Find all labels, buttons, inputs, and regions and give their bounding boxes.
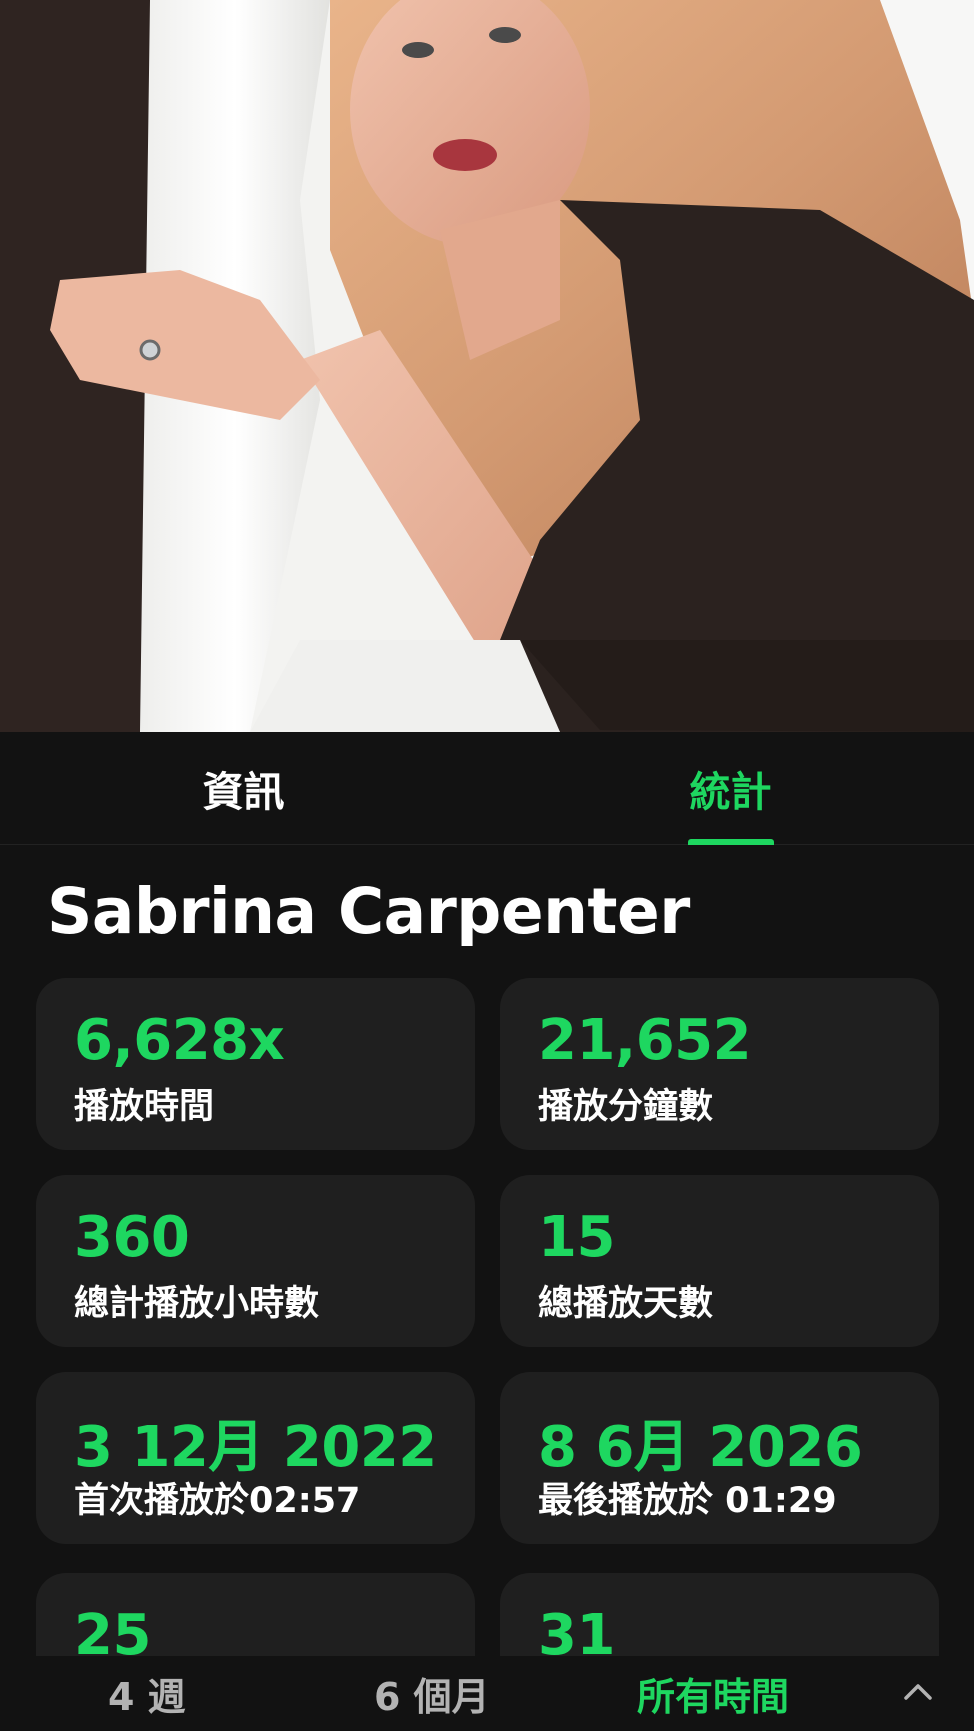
stat-label: 最後播放於 01:29	[538, 1481, 837, 1521]
stat-label: 首次播放於02:57	[74, 1481, 361, 1521]
stat-label: 總計播放小時數	[74, 1284, 320, 1324]
stat-value: 3 12月 2022	[74, 1415, 437, 1480]
stat-value: 8 6月 2026	[538, 1415, 863, 1480]
stat-value: 6,628x	[74, 1008, 285, 1073]
stat-label: 總播放天數	[538, 1284, 714, 1324]
stat-label: 播放分鐘數	[538, 1087, 714, 1127]
tab-info[interactable]: 資訊	[0, 732, 489, 844]
stat-card-play-count: 6,628x 播放時間	[36, 978, 475, 1150]
stat-card-days: 15 總播放天數	[500, 1175, 939, 1347]
period-selector: 4 週 6 個月 所有時間	[0, 1656, 974, 1731]
stat-card-hours: 360 總計播放小時數	[36, 1175, 475, 1347]
artist-name: Sabrina Carpenter	[47, 875, 690, 948]
chevron-up-icon[interactable]	[900, 1672, 936, 1712]
stat-label: 播放時間	[74, 1087, 215, 1127]
stat-value: 360	[74, 1205, 190, 1270]
period-6-months[interactable]: 6 個月	[374, 1656, 490, 1731]
artist-photo	[0, 0, 974, 732]
stat-value: 21,652	[538, 1008, 752, 1073]
stat-card-minutes: 21,652 播放分鐘數	[500, 978, 939, 1150]
stat-card-first-played: 3 12月 2022 首次播放於02:57	[36, 1372, 475, 1544]
stat-card-last-played: 8 6月 2026 最後播放於 01:29	[500, 1372, 939, 1544]
tab-bar: 資訊 統計	[0, 732, 974, 845]
artist-stats-screen: 資訊 統計 Sabrina Carpenter 6,628x 播放時間 21,6…	[0, 0, 974, 1731]
period-all-time[interactable]: 所有時間	[637, 1656, 789, 1731]
stat-value: 15	[538, 1205, 615, 1270]
active-tab-indicator	[688, 839, 774, 845]
tab-stats[interactable]: 統計	[487, 732, 974, 844]
tab-stats-label: 統計	[689, 768, 772, 816]
tab-info-label: 資訊	[202, 768, 285, 816]
period-4-weeks[interactable]: 4 週	[108, 1656, 186, 1731]
